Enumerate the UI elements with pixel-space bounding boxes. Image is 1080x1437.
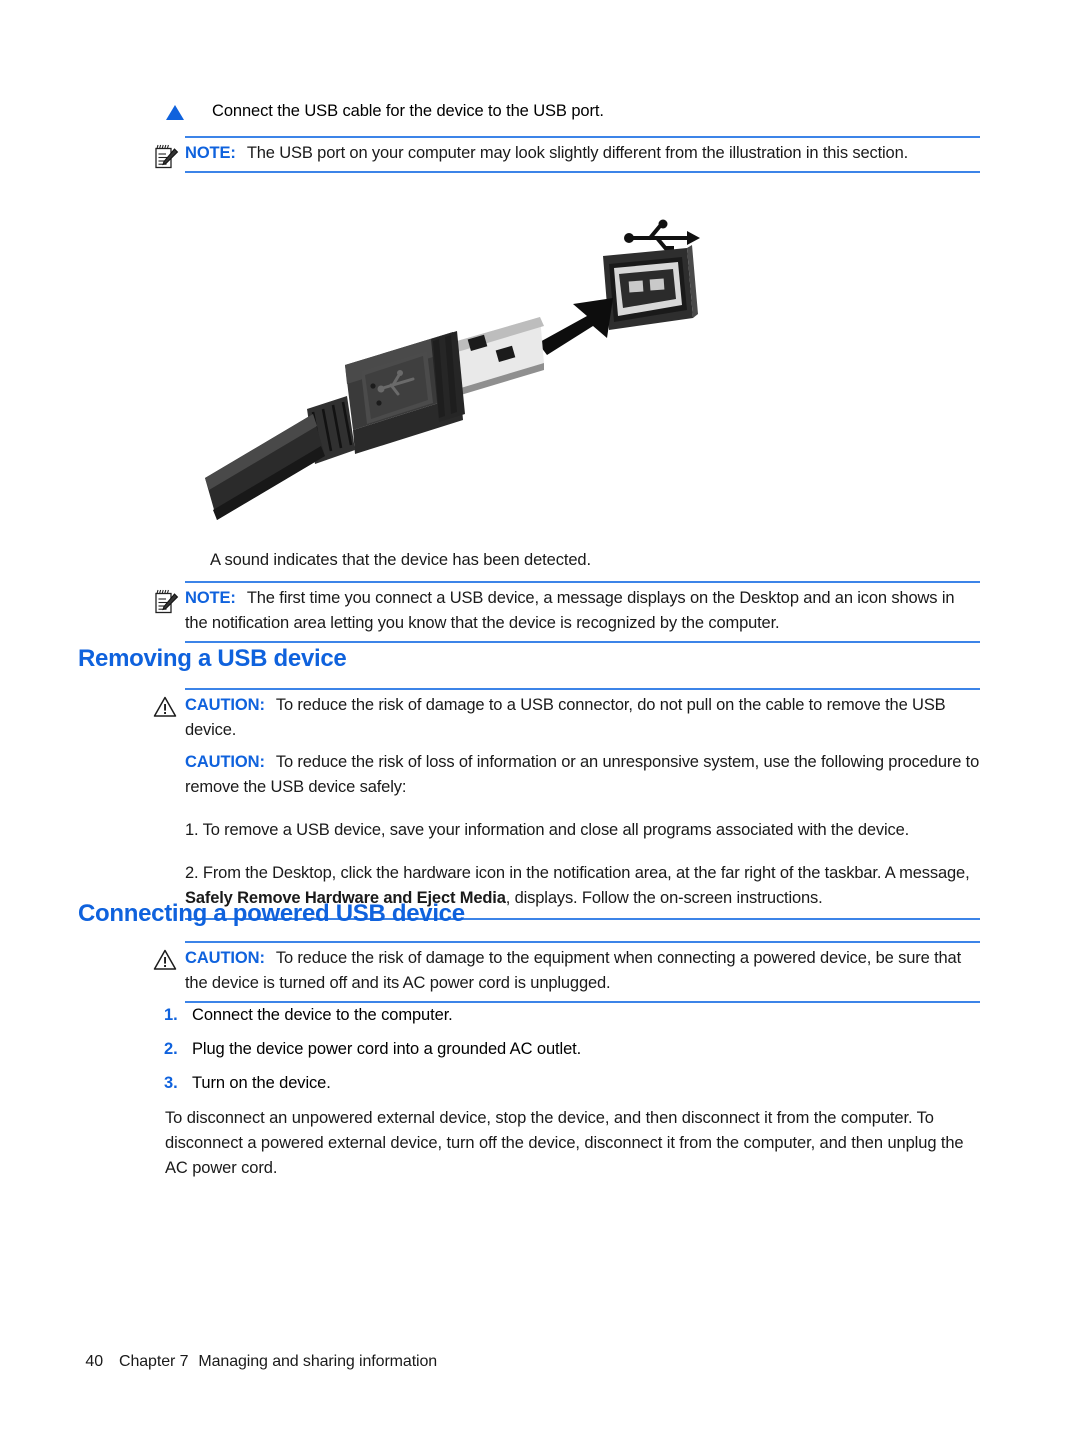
note-rule-bottom	[185, 171, 980, 173]
heading-connecting-powered-usb-device: Connecting a powered USB device	[78, 900, 465, 927]
caution-powered-device-text: To reduce the risk of damage to the equi…	[185, 949, 961, 992]
heading-removing-usb-device: Removing a USB device	[78, 645, 347, 672]
note-icon	[153, 143, 179, 171]
warning-triangle-icon	[153, 948, 179, 976]
caution-label: CAUTION:	[185, 696, 265, 714]
list-item: 2. Plug the device power cord into a gro…	[148, 1037, 988, 1062]
step-connect-usb-cable: Connect the USB cable for the device to …	[148, 99, 988, 124]
usb-connection-illustration	[195, 198, 725, 528]
disconnect-paragraph: To disconnect an unpowered external devi…	[165, 1109, 964, 1177]
manual-page: Connect the USB cable for the device to …	[0, 0, 1080, 1437]
caution-remove-procedure: CAUTION: To reduce the risk of loss of in…	[148, 747, 980, 920]
sound-detected-text: A sound indicates that the device has be…	[210, 551, 591, 569]
usb-plug-icon	[205, 317, 544, 520]
note-label: NOTE:	[185, 144, 236, 162]
list-item-number: 3.	[164, 1074, 178, 1092]
list-item-number: 2.	[164, 1040, 178, 1058]
powered-device-steps: 1. Connect the device to the computer. 2…	[148, 1003, 988, 1105]
caution-usb-connector-body: CAUTION: To reduce the risk of damage to …	[185, 693, 980, 743]
note-usb-port-text: The USB port on your computer may look s…	[246, 144, 909, 162]
note-usb-port: NOTE: The USB port on your computer may l…	[148, 136, 980, 173]
triangle-bullet-icon	[166, 105, 186, 120]
caution-usb-connector-text: To reduce the risk of damage to a USB co…	[185, 696, 946, 739]
caution-step-2-text-after: , displays. Follow the on-screen instruc…	[505, 889, 823, 907]
caution-usb-connector: CAUTION: To reduce the risk of damage to …	[148, 688, 980, 746]
list-item: 3. Turn on the device.	[148, 1071, 988, 1096]
usb-port-icon	[603, 245, 698, 330]
caution-step-2-number: 2.	[185, 864, 199, 882]
note-usb-port-body: NOTE: The USB port on your computer may l…	[185, 141, 980, 166]
chapter-title: Managing and sharing information	[198, 1353, 438, 1370]
list-item-text: Turn on the device.	[192, 1074, 331, 1092]
chapter-label: Chapter 7	[119, 1353, 189, 1370]
note-label: NOTE:	[185, 589, 236, 607]
caution-step-1-text: To remove a USB device, save your inform…	[202, 821, 910, 839]
caution-remove-procedure-body: CAUTION: To reduce the risk of loss of in…	[185, 750, 980, 800]
list-item-text: Plug the device power cord into a ground…	[192, 1040, 582, 1058]
note-first-time-body: NOTE: The first time you connect a USB de…	[185, 586, 980, 636]
insertion-arrow-icon	[538, 298, 613, 355]
page-footer: 40 Chapter 7 Managing and sharing informat…	[68, 1335, 437, 1389]
caution-remove-procedure-text: To reduce the risk of loss of informatio…	[185, 753, 980, 796]
note-first-time-rule-bottom	[185, 641, 980, 643]
note-first-time-text: The first time you connect a USB device,…	[185, 589, 955, 632]
warning-triangle-icon	[153, 695, 179, 723]
caution-powered-device-body: CAUTION: To reduce the risk of damage to …	[185, 946, 980, 996]
note-icon	[153, 588, 179, 616]
caution-step-1: 1. To remove a USB device, save your inf…	[185, 818, 980, 843]
caution-label: CAUTION:	[185, 949, 265, 967]
caution-step-2-text-before: From the Desktop, click the hardware ico…	[202, 864, 970, 882]
list-item-number: 1.	[164, 1006, 178, 1024]
note-first-time: NOTE: The first time you connect a USB de…	[148, 581, 980, 643]
list-item: 1. Connect the device to the computer.	[148, 1003, 988, 1028]
step-connect-usb-cable-text: Connect the USB cable for the device to …	[212, 102, 604, 120]
caution-powered-device: CAUTION: To reduce the risk of damage to …	[148, 941, 980, 1003]
page-number: 40	[85, 1353, 103, 1370]
caution-label: CAUTION:	[185, 753, 265, 771]
caution-step-1-number: 1.	[185, 821, 199, 839]
list-item-text: Connect the device to the computer.	[192, 1006, 453, 1024]
